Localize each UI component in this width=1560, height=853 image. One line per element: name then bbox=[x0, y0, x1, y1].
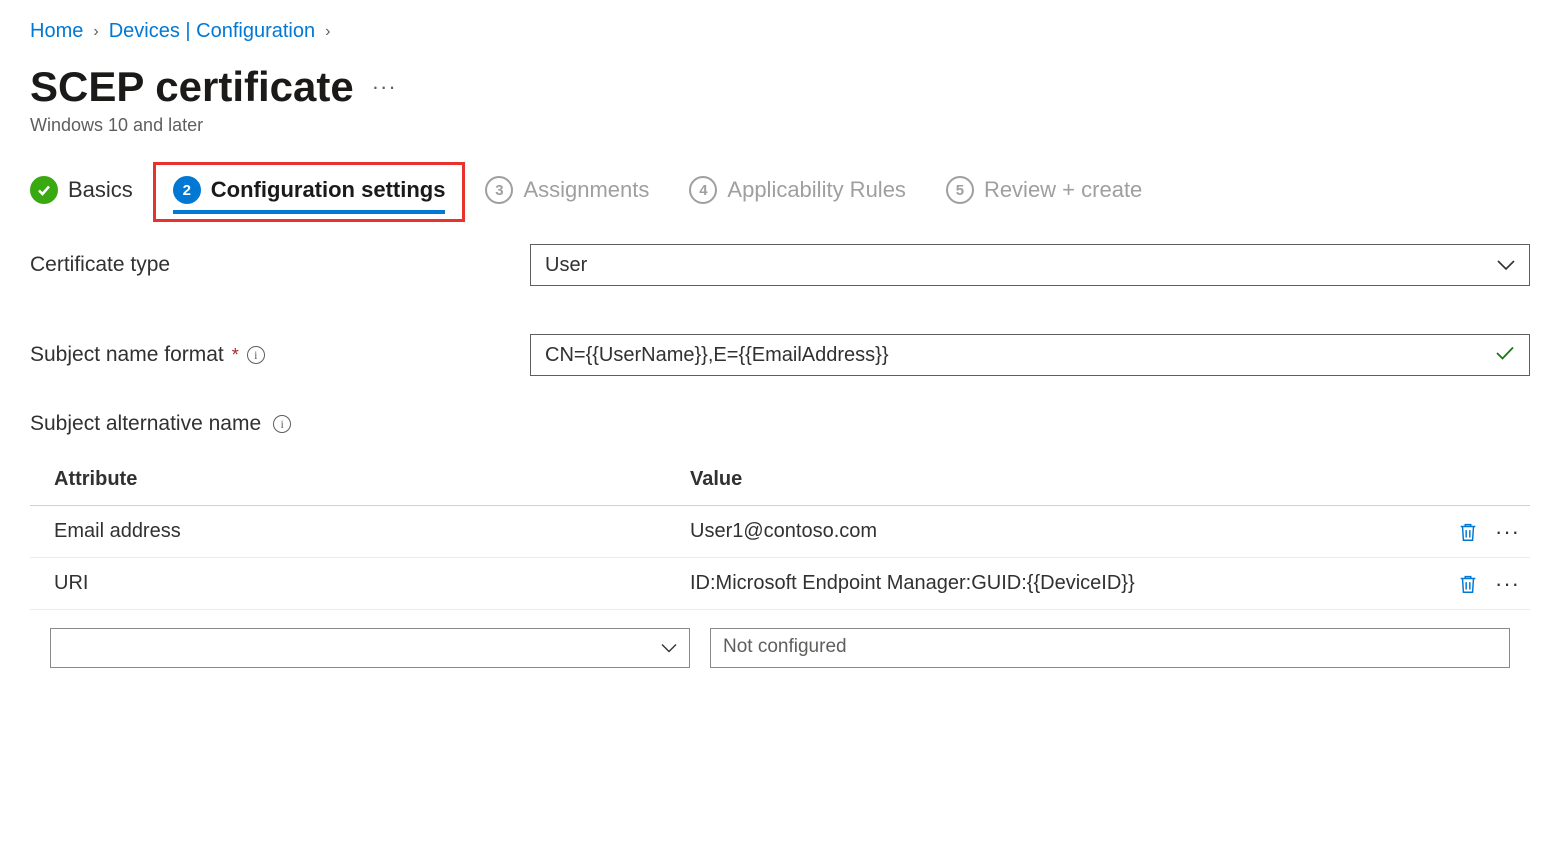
more-actions-icon[interactable]: ··· bbox=[372, 74, 397, 100]
page-subtitle: Windows 10 and later bbox=[30, 115, 1530, 136]
chevron-down-icon bbox=[661, 637, 677, 659]
san-table-header: Attribute Value bbox=[30, 454, 1530, 506]
step-number-icon: 3 bbox=[485, 176, 513, 204]
chevron-right-icon: › bbox=[325, 23, 330, 41]
chevron-right-icon: › bbox=[93, 23, 98, 41]
snf-input[interactable]: CN={{UserName}},E={{EmailAddress}} bbox=[530, 334, 1530, 376]
step-basics[interactable]: Basics bbox=[30, 176, 133, 214]
row-more-icon[interactable]: ··· bbox=[1495, 521, 1520, 543]
cert-type-value: User bbox=[545, 254, 587, 277]
san-row-attr: Email address bbox=[30, 520, 690, 543]
san-row-val: ID:Microsoft Endpoint Manager:GUID:{{Dev… bbox=[690, 572, 1430, 595]
san-row-val: User1@contoso.com bbox=[690, 520, 1430, 543]
san-row: URI ID:Microsoft Endpoint Manager:GUID:{… bbox=[30, 558, 1530, 610]
cert-type-select[interactable]: User bbox=[530, 244, 1530, 286]
wizard-stepper: Basics 2 Configuration settings 3 Assign… bbox=[30, 176, 1530, 214]
breadcrumb-home[interactable]: Home bbox=[30, 20, 83, 43]
san-new-value-placeholder: Not configured bbox=[723, 636, 847, 657]
info-icon[interactable]: i bbox=[247, 346, 265, 364]
required-indicator: * bbox=[232, 345, 239, 366]
step-number-icon: 4 bbox=[689, 176, 717, 204]
step-label: Basics bbox=[68, 177, 133, 203]
chevron-down-icon bbox=[1497, 255, 1515, 276]
san-row: Email address User1@contoso.com ··· bbox=[30, 506, 1530, 558]
step-applicability-rules[interactable]: 4 Applicability Rules bbox=[689, 176, 906, 214]
step-label: Assignments bbox=[523, 177, 649, 203]
row-more-icon[interactable]: ··· bbox=[1495, 573, 1520, 595]
page-title: SCEP certificate bbox=[30, 63, 354, 111]
col-header-value: Value bbox=[690, 468, 1530, 491]
snf-label: Subject name format bbox=[30, 343, 224, 367]
breadcrumb: Home › Devices | Configuration › bbox=[30, 20, 1530, 43]
snf-value: CN={{UserName}},E={{EmailAddress}} bbox=[545, 344, 889, 367]
breadcrumb-devices-config[interactable]: Devices | Configuration bbox=[109, 20, 315, 43]
info-icon[interactable]: i bbox=[273, 415, 291, 433]
san-row-attr: URI bbox=[30, 572, 690, 595]
step-number-icon: 5 bbox=[946, 176, 974, 204]
cert-type-label: Certificate type bbox=[30, 253, 530, 277]
step-check-icon bbox=[30, 176, 58, 204]
san-table: Attribute Value Email address User1@cont… bbox=[30, 454, 1530, 668]
step-configuration-settings[interactable]: 2 Configuration settings bbox=[173, 176, 446, 214]
step-label: Review + create bbox=[984, 177, 1142, 203]
san-new-value-input[interactable]: Not configured bbox=[710, 628, 1510, 668]
step-label: Applicability Rules bbox=[727, 177, 906, 203]
step-label: Configuration settings bbox=[211, 177, 446, 203]
delete-icon[interactable] bbox=[1457, 573, 1479, 595]
step-review-create[interactable]: 5 Review + create bbox=[946, 176, 1142, 214]
col-header-attribute: Attribute bbox=[30, 468, 690, 491]
step-number-icon: 2 bbox=[173, 176, 201, 204]
delete-icon[interactable] bbox=[1457, 521, 1479, 543]
step-assignments[interactable]: 3 Assignments bbox=[485, 176, 649, 214]
san-section-label: Subject alternative name bbox=[30, 412, 261, 436]
san-new-attribute-select[interactable] bbox=[50, 628, 690, 668]
check-valid-icon bbox=[1495, 344, 1515, 367]
